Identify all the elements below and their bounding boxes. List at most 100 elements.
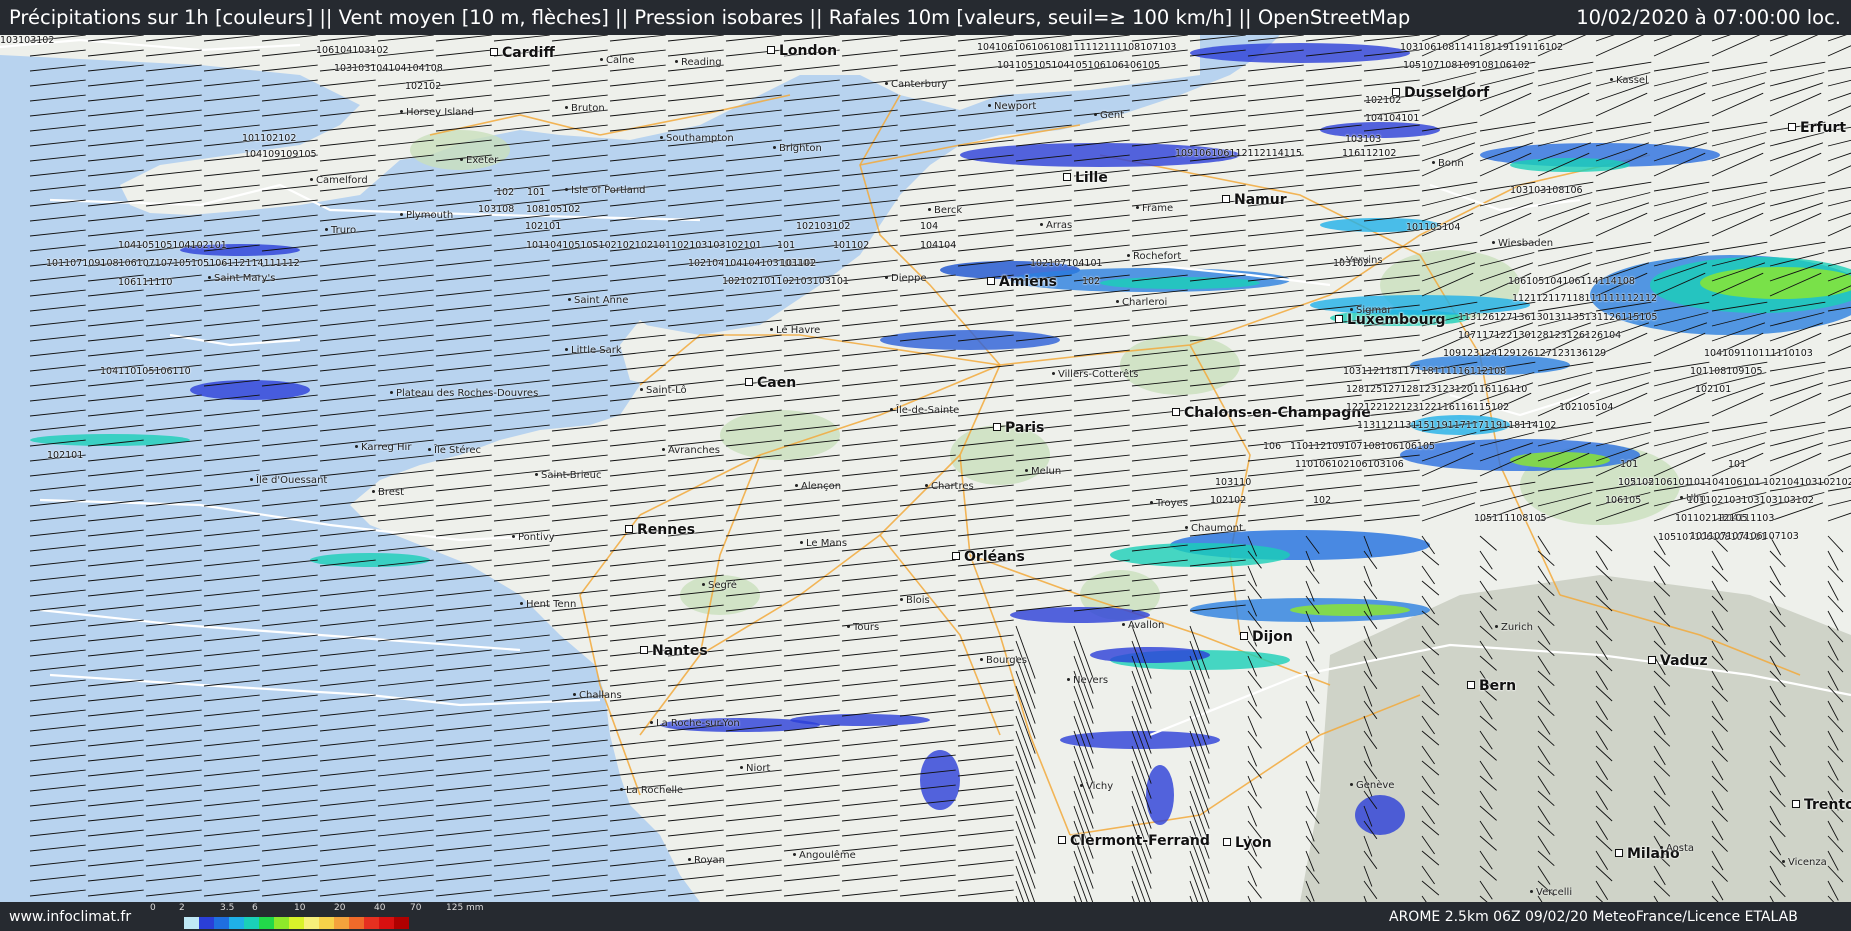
weather-map[interactable]: Cardiff London Lille Namur Amiens Luxembourg C… <box>0 35 1851 902</box>
town-label[interactable]: Bonn <box>1432 158 1464 169</box>
city-label[interactable]: Cardiff <box>490 45 555 61</box>
town-label[interactable]: Le Mans <box>800 538 847 549</box>
city-label[interactable]: Paris <box>993 420 1044 436</box>
town-label[interactable]: Aosta <box>1660 843 1694 854</box>
town-dot-icon <box>1067 678 1070 681</box>
town-label[interactable]: Vercelli <box>1530 887 1572 898</box>
town-name: Avallon <box>1128 620 1165 631</box>
town-label[interactable]: Sigmar <box>1350 305 1391 316</box>
map-canvas[interactable] <box>0 35 1851 902</box>
town-label[interactable]: Saint-Lô <box>640 385 687 396</box>
gust-value: 106104103102 <box>316 45 389 56</box>
town-label[interactable]: Vicenza <box>1782 857 1827 868</box>
town-label[interactable]: Avallon <box>1122 620 1164 631</box>
town-label[interactable]: Plymouth <box>400 210 453 221</box>
city-label[interactable]: Lyon <box>1223 835 1272 851</box>
town-label[interactable]: Calne <box>600 55 634 66</box>
town-label[interactable]: Île Stérec <box>428 445 481 456</box>
city-label[interactable]: Nantes <box>640 643 708 659</box>
town-label[interactable]: Tours <box>847 622 879 633</box>
town-label[interactable]: Hent Tenn <box>520 599 576 610</box>
town-label[interactable]: Newport <box>988 101 1036 112</box>
gust-value: 101102103103103103102 <box>1687 495 1814 506</box>
town-label[interactable]: Pontivy <box>512 532 555 543</box>
town-label[interactable]: Rochefort <box>1127 251 1181 262</box>
town-label[interactable]: Saint Anne <box>568 295 628 306</box>
town-label[interactable]: Berck <box>928 205 962 216</box>
town-label[interactable]: Alençon <box>795 481 841 492</box>
town-label[interactable]: Angoulême <box>793 850 856 861</box>
town-label[interactable]: Niort <box>740 763 770 774</box>
town-label[interactable]: Karreg Hir <box>355 442 411 453</box>
city-label[interactable]: Orléans <box>952 549 1025 565</box>
town-dot-icon <box>565 106 568 109</box>
town-label[interactable]: Saint Mary's <box>208 273 275 284</box>
town-label[interactable]: Camelford <box>310 175 368 186</box>
city-label[interactable]: Dusseldorf <box>1392 85 1489 101</box>
town-label[interactable]: Brighton <box>773 143 822 154</box>
town-label[interactable]: Royan <box>688 855 725 866</box>
city-label[interactable]: Amiens <box>987 274 1057 290</box>
town-label[interactable]: Melun <box>1025 466 1061 477</box>
town-label[interactable]: Île d'Ouessant <box>250 475 327 486</box>
town-label[interactable]: Bourges <box>980 655 1027 666</box>
city-label[interactable]: Chalons-en-Champagne <box>1172 405 1371 421</box>
town-label[interactable]: Avranches <box>662 445 720 456</box>
model-credit: AROME 2.5km 06Z 09/02/20 MeteoFrance/Lic… <box>1389 909 1798 925</box>
town-label[interactable]: Charleroi <box>1116 297 1167 308</box>
town-label[interactable]: Île-de-Sainte <box>890 405 959 416</box>
town-label[interactable]: Zurich <box>1495 622 1533 633</box>
town-name: Avranches <box>668 445 720 456</box>
town-label[interactable]: Kassel <box>1610 75 1648 86</box>
town-label[interactable]: Wiesbaden <box>1492 238 1553 249</box>
town-label[interactable]: Nevers <box>1067 675 1108 686</box>
town-label[interactable]: Challans <box>573 690 622 701</box>
town-label[interactable]: Bruton <box>565 103 605 114</box>
town-label[interactable]: Le Havre <box>770 325 820 336</box>
town-name: Gent <box>1100 110 1125 121</box>
town-label[interactable]: Segré <box>702 580 737 591</box>
town-label[interactable]: Exeter <box>460 155 498 166</box>
town-label[interactable]: Arras <box>1040 220 1072 231</box>
town-label[interactable]: Frame <box>1136 203 1173 214</box>
city-label[interactable]: Trento <box>1792 797 1851 813</box>
town-label[interactable]: Plateau des Roches-Douvres <box>390 388 538 399</box>
town-label[interactable]: Chaumont <box>1185 523 1243 534</box>
town-label[interactable]: Genève <box>1350 780 1394 791</box>
city-name: Rennes <box>637 522 696 538</box>
town-label[interactable]: Southampton <box>660 133 734 144</box>
town-label[interactable]: La Rochelle <box>620 785 683 796</box>
town-label[interactable]: Villers-Cotterêts <box>1052 369 1138 380</box>
city-label[interactable]: Erfurt <box>1788 120 1846 136</box>
town-label[interactable]: Dieppe <box>885 273 926 284</box>
town-label[interactable]: Canterbury <box>885 79 947 90</box>
header-bar: Précipitations sur 1h [couleurs] || Vent… <box>0 0 1851 35</box>
gust-value: 104106106106108111112111108107103 <box>977 42 1177 53</box>
city-label[interactable]: Rennes <box>625 522 695 538</box>
city-label[interactable]: Caen <box>745 375 796 391</box>
town-label[interactable]: Saint-Brieuc <box>535 470 602 481</box>
city-label[interactable]: Clermont-Ferrand <box>1058 833 1210 849</box>
city-label[interactable]: Lille <box>1063 170 1108 186</box>
town-label[interactable]: Truro <box>325 225 356 236</box>
city-label[interactable]: Bern <box>1467 678 1516 694</box>
town-label[interactable]: Gent <box>1094 110 1124 121</box>
town-label[interactable]: Blois <box>900 595 930 606</box>
town-label[interactable]: Chartres <box>925 481 974 492</box>
city-label[interactable]: Vaduz <box>1648 653 1708 669</box>
town-label[interactable]: Isle of Portland <box>565 185 646 196</box>
town-label[interactable]: Reading <box>675 57 722 68</box>
town-name: Southampton <box>666 133 734 144</box>
site-link[interactable]: www.infoclimat.fr <box>9 909 131 925</box>
town-label[interactable]: Troyes <box>1150 498 1188 509</box>
town-label[interactable]: Little Sark <box>565 345 622 356</box>
town-label[interactable]: La Roche-sur-Yon <box>650 718 740 729</box>
city-label[interactable]: Dijon <box>1240 629 1293 645</box>
city-label[interactable]: London <box>767 43 837 59</box>
gust-value: 1011071091081061071071051051061121141111… <box>46 258 300 269</box>
town-label[interactable]: Vichy <box>1080 781 1113 792</box>
town-name: Tours <box>853 622 880 633</box>
city-label[interactable]: Namur <box>1222 192 1287 208</box>
town-label[interactable]: Horsey Island <box>400 107 474 118</box>
town-label[interactable]: Brest <box>372 487 404 498</box>
